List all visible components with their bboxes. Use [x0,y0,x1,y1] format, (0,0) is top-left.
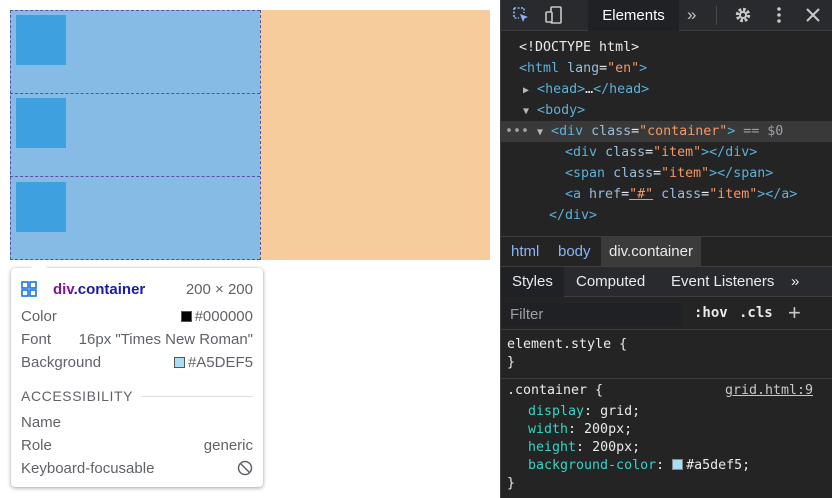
not-focusable-icon [237,460,253,476]
tooltip-value: 16px "Times New Roman" [78,330,253,348]
declaration-background-color[interactable]: background-color: #a5def5; [528,457,750,475]
styles-filter-bar: :hov .cls + [501,298,832,330]
grid-item-1 [16,15,66,65]
declaration-width[interactable]: width: 200px; [528,421,632,439]
grid-line-right [260,10,261,260]
kebab-menu-icon[interactable] [769,5,789,25]
devtools-toolbar: Elements » [501,0,832,31]
tooltip-element-size: 200 × 200 [185,280,253,298]
tooltip-label: Color [21,307,57,325]
hov-toggle-button[interactable]: :hov [694,305,728,321]
dom-node-span-item[interactable]: <span class="item"></span> [501,163,832,184]
devtools-panel: Elements » <!DOCTYPE html> <html lang="e… [500,0,832,498]
tooltip-row-color: Color #000000 [21,306,253,326]
breadcrumb: html body div.container [501,236,832,266]
rule-close-brace: } [507,355,516,370]
more-tabs-button[interactable]: » [687,5,696,25]
breadcrumb-body[interactable]: body [550,237,599,266]
styles-subtabs: Styles Computed Event Listeners » [501,266,832,297]
dom-node-close-div[interactable]: </div> [501,205,832,226]
rule-selector[interactable]: .container { [507,382,603,400]
grid-icon [21,281,37,297]
page-viewport: div.container 200 × 200 Color #000000 Fo… [0,0,500,498]
tooltip-label: Keyboard-focusable [21,459,155,477]
collapse-triangle-icon[interactable]: ▼ [537,127,543,138]
filter-input[interactable] [503,303,681,326]
tab-styles[interactable]: Styles [501,267,564,297]
tooltip-label: Font [21,330,52,348]
tooltip-element-name: div.container [53,280,146,298]
tooltip-value: #A5DEF5 [173,354,253,371]
tooltip-arrow [31,260,47,268]
color-swatch [180,310,192,322]
tooltip-value [237,460,253,476]
tooltip-row-name: Name [21,412,253,432]
grid-margin-highlight [260,10,490,260]
grid-line-top [10,10,260,11]
grid-item-2 [16,98,66,148]
tooltip-label: Name [21,413,62,431]
tooltip-label: Background [21,353,102,371]
inspect-tooltip: div.container 200 × 200 Color #000000 Fo… [11,260,263,487]
new-style-rule-button[interactable]: + [788,300,801,326]
dom-node-a-item[interactable]: <a href="#" class="item"></a> [501,184,832,205]
rule-source-link[interactable]: grid.html:9 [725,382,813,400]
dom-node-container-selected[interactable]: ••• ▼ <div class="container"> == $0 [501,121,832,142]
cls-toggle-button[interactable]: .cls [739,305,773,321]
grid-item-3 [16,182,66,232]
breadcrumb-html[interactable]: html [503,237,547,266]
settings-gear-icon[interactable] [733,5,753,25]
dom-node-head[interactable]: ▶ <head>…</head> [501,79,832,100]
declaration-display[interactable]: display: grid; [528,403,640,421]
dom-node-html[interactable]: <html lang="en"> [501,58,832,79]
collapse-triangle-icon[interactable]: ▼ [523,106,529,117]
breadcrumb-div-container[interactable]: div.container [601,237,701,266]
tooltip-label: Role [21,436,52,454]
rule-selector[interactable]: element.style { [507,336,627,354]
tooltip-value: #000000 [180,308,253,325]
dom-tree: <!DOCTYPE html> <html lang="en"> ▶ <head… [501,32,832,235]
grid-line-row-1 [10,93,260,94]
dom-node-body[interactable]: ▼ <body> [501,100,832,121]
tab-computed[interactable]: Computed [565,267,656,297]
more-subtabs-button[interactable]: » [780,267,810,297]
grid-line-left [10,10,11,260]
tooltip-row-role: Role generic [21,435,253,455]
toolbar-divider [716,6,717,25]
device-toolbar-icon[interactable] [544,5,564,25]
dom-node-doctype[interactable]: <!DOCTYPE html> [501,37,832,58]
color-swatch [173,356,185,368]
grid-line-bottom [10,259,260,260]
tooltip-value: generic [203,436,253,454]
accessibility-heading: ACCESSIBILITY [21,386,253,406]
tooltip-header: div.container 200 × 200 [21,279,253,299]
tooltip-row-keyboard-focusable: Keyboard-focusable [21,458,253,478]
tab-elements[interactable]: Elements [588,0,679,31]
close-icon[interactable] [803,5,823,25]
color-swatch[interactable] [672,459,684,470]
rule-element-style: element.style { } [501,331,832,379]
tooltip-row-background: Background #A5DEF5 [21,352,253,372]
declaration-height[interactable]: height: 200px; [528,439,640,457]
tab-event-listeners[interactable]: Event Listeners [660,267,785,297]
tooltip-row-font: Font 16px "Times New Roman" [21,329,253,349]
inspect-element-icon[interactable] [511,5,531,25]
grid-line-row-2 [10,176,260,177]
rule-close-brace: } [507,476,516,491]
node-actions-dots[interactable]: ••• [505,121,529,142]
rule-container: .container { grid.html:9 display: grid; … [501,380,832,498]
expand-triangle-icon[interactable]: ▶ [523,85,529,96]
dom-node-div-item[interactable]: <div class="item"></div> [501,142,832,163]
